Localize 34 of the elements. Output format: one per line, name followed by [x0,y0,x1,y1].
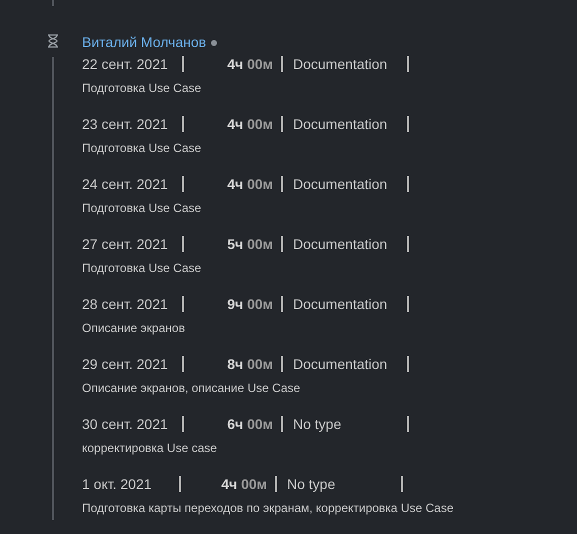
entry-description: Подготовка карты переходов по экранам, корректировка Use Case [82,501,454,515]
entry-date: 23 сент. 2021 [82,116,184,132]
entry-description: Подготовка Use Case [82,81,202,95]
entry-duration: 4ч 00м [184,176,283,192]
entry-duration: 9ч 00м [184,296,283,312]
entry-date: 22 сент. 2021 [82,56,184,72]
entry-date: 1 окт. 2021 [82,476,181,492]
entry-duration: 4ч 00м [184,56,283,72]
entry-date: 29 сент. 2021 [82,356,184,372]
entry-date: 30 сент. 2021 [82,416,184,432]
entry-date: 24 сент. 2021 [82,176,184,192]
entry-duration: 8ч 00м [184,356,283,372]
entry-type: Documentation [283,176,409,192]
entry-description: Подготовка Use Case [82,141,202,155]
entry-description: Описание экранов, описание Use Case [82,381,302,395]
entry-type: No type [283,416,409,432]
hourglass-icon [47,34,59,48]
entry-description: Подготовка Use Case [82,201,202,215]
entry-description: Подготовка Use Case [82,261,202,275]
user-name-link[interactable]: Виталий Молчанов [82,34,206,50]
entry-duration: 5ч 00м [184,236,283,252]
entry-description: корректировка Use case [82,441,218,455]
entry-description: Описание экранов [82,321,186,335]
entry-date: 28 сент. 2021 [82,296,184,312]
entry-duration: 6ч 00м [184,416,283,432]
entry-type: No type [277,476,403,492]
entry-type: Documentation [283,116,409,132]
entry-duration: 4ч 00м [181,476,277,492]
entry-type: Documentation [283,56,409,72]
entry-type: Documentation [283,236,409,252]
entry-duration: 4ч 00м [184,116,283,132]
entry-type: Documentation [283,356,409,372]
entry-date: 27 сент. 2021 [82,236,184,252]
entry-type: Documentation [283,296,409,312]
